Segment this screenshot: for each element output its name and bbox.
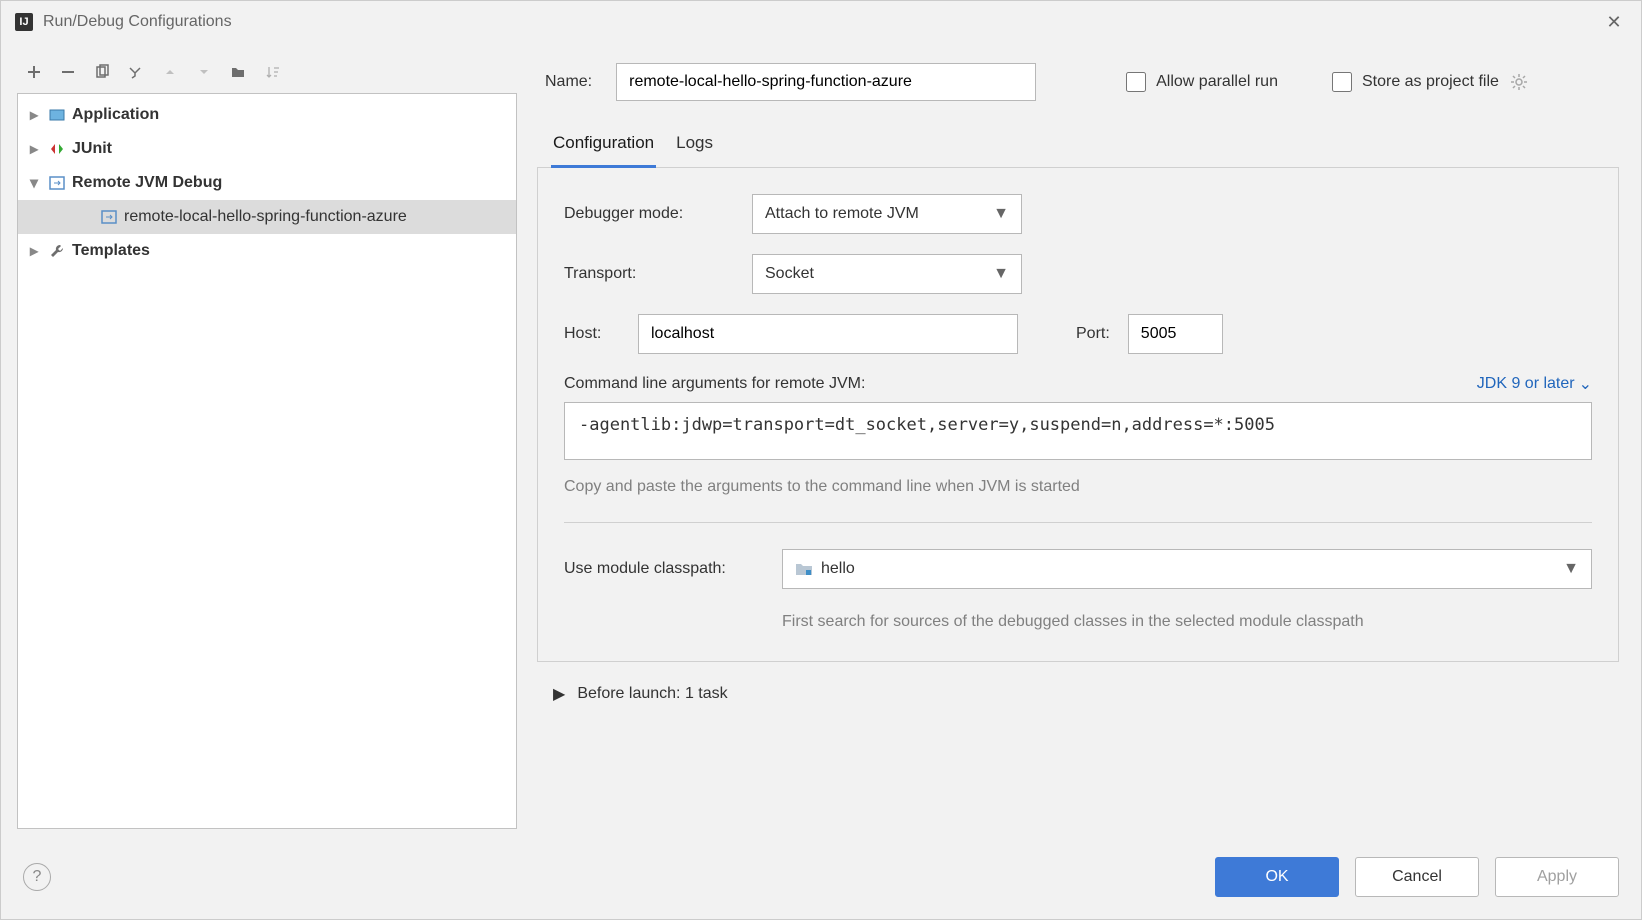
chevron-right-icon: ▸ — [26, 141, 42, 157]
copy-icon[interactable] — [91, 61, 113, 83]
tree-item-junit[interactable]: ▸ JUnit — [18, 132, 516, 166]
tabs: Configuration Logs — [537, 125, 1619, 168]
name-label: Name: — [545, 73, 592, 91]
apply-button[interactable]: Apply — [1495, 857, 1619, 897]
chevron-down-icon: ▼ — [1563, 560, 1579, 578]
module-label: Use module classpath: — [564, 560, 764, 578]
remote-jvm-icon — [48, 174, 66, 192]
module-hint: First search for sources of the debugged… — [782, 609, 1592, 635]
store-project-group: Store as project file — [1332, 72, 1529, 92]
transport-value: Socket — [765, 265, 814, 283]
titlebar: IJ Run/Debug Configurations ✕ — [1, 1, 1641, 43]
tree-item-remote-jvm[interactable]: ▾ Remote JVM Debug — [18, 166, 516, 200]
folder-icon[interactable] — [227, 61, 249, 83]
debugger-mode-row: Debugger mode: Attach to remote JVM ▼ — [564, 194, 1592, 234]
allow-parallel-checkbox[interactable] — [1126, 72, 1146, 92]
sort-icon[interactable] — [261, 61, 283, 83]
chevron-right-icon: ▸ — [26, 107, 42, 123]
allow-parallel-group: Allow parallel run — [1126, 72, 1278, 92]
config-panel: Debugger mode: Attach to remote JVM ▼ Tr… — [537, 168, 1619, 662]
left-pane: ▸ Application ▸ JUnit ▾ Remote JVM Debug… — [17, 57, 517, 829]
tree-item-remote-config[interactable]: remote-local-hello-spring-function-azure — [18, 200, 516, 234]
module-value: hello — [821, 560, 855, 578]
host-input[interactable] — [638, 314, 1018, 354]
store-project-label: Store as project file — [1362, 73, 1499, 91]
add-icon[interactable] — [23, 61, 45, 83]
tree-item-application[interactable]: ▸ Application — [18, 98, 516, 132]
chevron-down-icon: ⌄ — [1579, 374, 1592, 394]
help-button[interactable]: ? — [23, 863, 51, 891]
chevron-down-icon: ▼ — [993, 265, 1009, 283]
before-launch-section[interactable]: ▶ Before launch: 1 task — [537, 662, 1619, 704]
cmd-box[interactable]: -agentlib:jdwp=transport=dt_socket,serve… — [564, 402, 1592, 460]
debugger-mode-value: Attach to remote JVM — [765, 205, 919, 223]
debugger-mode-select[interactable]: Attach to remote JVM ▼ — [752, 194, 1022, 234]
host-label: Host: — [564, 325, 620, 343]
transport-row: Transport: Socket ▼ — [564, 254, 1592, 294]
chevron-right-icon: ▸ — [26, 243, 42, 259]
dialog: IJ Run/Debug Configurations ✕ ▸ Applicat… — [0, 0, 1642, 920]
gear-icon[interactable] — [1509, 72, 1529, 92]
tree-label: JUnit — [72, 140, 112, 158]
allow-parallel-label: Allow parallel run — [1156, 73, 1278, 91]
remote-config-icon — [100, 208, 118, 226]
cancel-button[interactable]: Cancel — [1355, 857, 1479, 897]
close-icon[interactable]: ✕ — [1601, 9, 1627, 35]
port-input[interactable] — [1128, 314, 1223, 354]
transport-select[interactable]: Socket ▼ — [752, 254, 1022, 294]
tree-label: Remote JVM Debug — [72, 174, 222, 192]
module-row: Use module classpath: hello ▼ — [564, 549, 1592, 589]
tree-item-templates[interactable]: ▸ Templates — [18, 234, 516, 268]
app-icon: IJ — [15, 13, 33, 31]
module-select[interactable]: hello ▼ — [782, 549, 1592, 589]
tree-label: Application — [72, 106, 159, 124]
name-input[interactable] — [616, 63, 1036, 101]
jdk-link[interactable]: JDK 9 or later ⌄ — [1477, 374, 1592, 394]
tab-configuration[interactable]: Configuration — [553, 125, 654, 167]
application-icon — [48, 106, 66, 124]
window-title: Run/Debug Configurations — [43, 13, 232, 31]
cmd-section: Command line arguments for remote JVM: J… — [564, 374, 1592, 496]
tree-label: Templates — [72, 242, 150, 260]
chevron-down-icon: ▾ — [26, 175, 42, 191]
store-project-checkbox[interactable] — [1332, 72, 1352, 92]
cmd-header: Command line arguments for remote JVM: J… — [564, 374, 1592, 394]
transport-label: Transport: — [564, 265, 734, 283]
port-label: Port: — [1076, 325, 1110, 343]
host-port-row: Host: Port: — [564, 314, 1592, 354]
cmd-hint: Copy and paste the arguments to the comm… — [564, 474, 1592, 496]
jdk-link-text: JDK 9 or later — [1477, 375, 1575, 393]
button-bar: ? OK Cancel Apply — [1, 843, 1641, 919]
divider — [564, 522, 1592, 523]
tab-logs[interactable]: Logs — [676, 125, 713, 167]
junit-icon — [48, 140, 66, 158]
ok-button[interactable]: OK — [1215, 857, 1339, 897]
module-icon — [795, 562, 813, 576]
config-tree: ▸ Application ▸ JUnit ▾ Remote JVM Debug… — [17, 93, 517, 829]
right-pane: Name: Allow parallel run Store as projec… — [537, 57, 1625, 829]
main-area: ▸ Application ▸ JUnit ▾ Remote JVM Debug… — [1, 43, 1641, 843]
down-icon[interactable] — [193, 61, 215, 83]
chevron-down-icon: ▼ — [993, 205, 1009, 223]
cmd-label: Command line arguments for remote JVM: — [564, 375, 865, 393]
chevron-right-icon: ▶ — [553, 684, 565, 704]
before-launch-label: Before launch: 1 task — [577, 685, 727, 703]
name-row: Name: Allow parallel run Store as projec… — [537, 57, 1619, 125]
wrench-icon — [48, 242, 66, 260]
config-toolbar — [17, 57, 517, 93]
tree-label: remote-local-hello-spring-function-azure — [124, 208, 407, 226]
up-icon[interactable] — [159, 61, 181, 83]
remove-icon[interactable] — [57, 61, 79, 83]
debugger-mode-label: Debugger mode: — [564, 205, 734, 223]
settings-icon[interactable] — [125, 61, 147, 83]
